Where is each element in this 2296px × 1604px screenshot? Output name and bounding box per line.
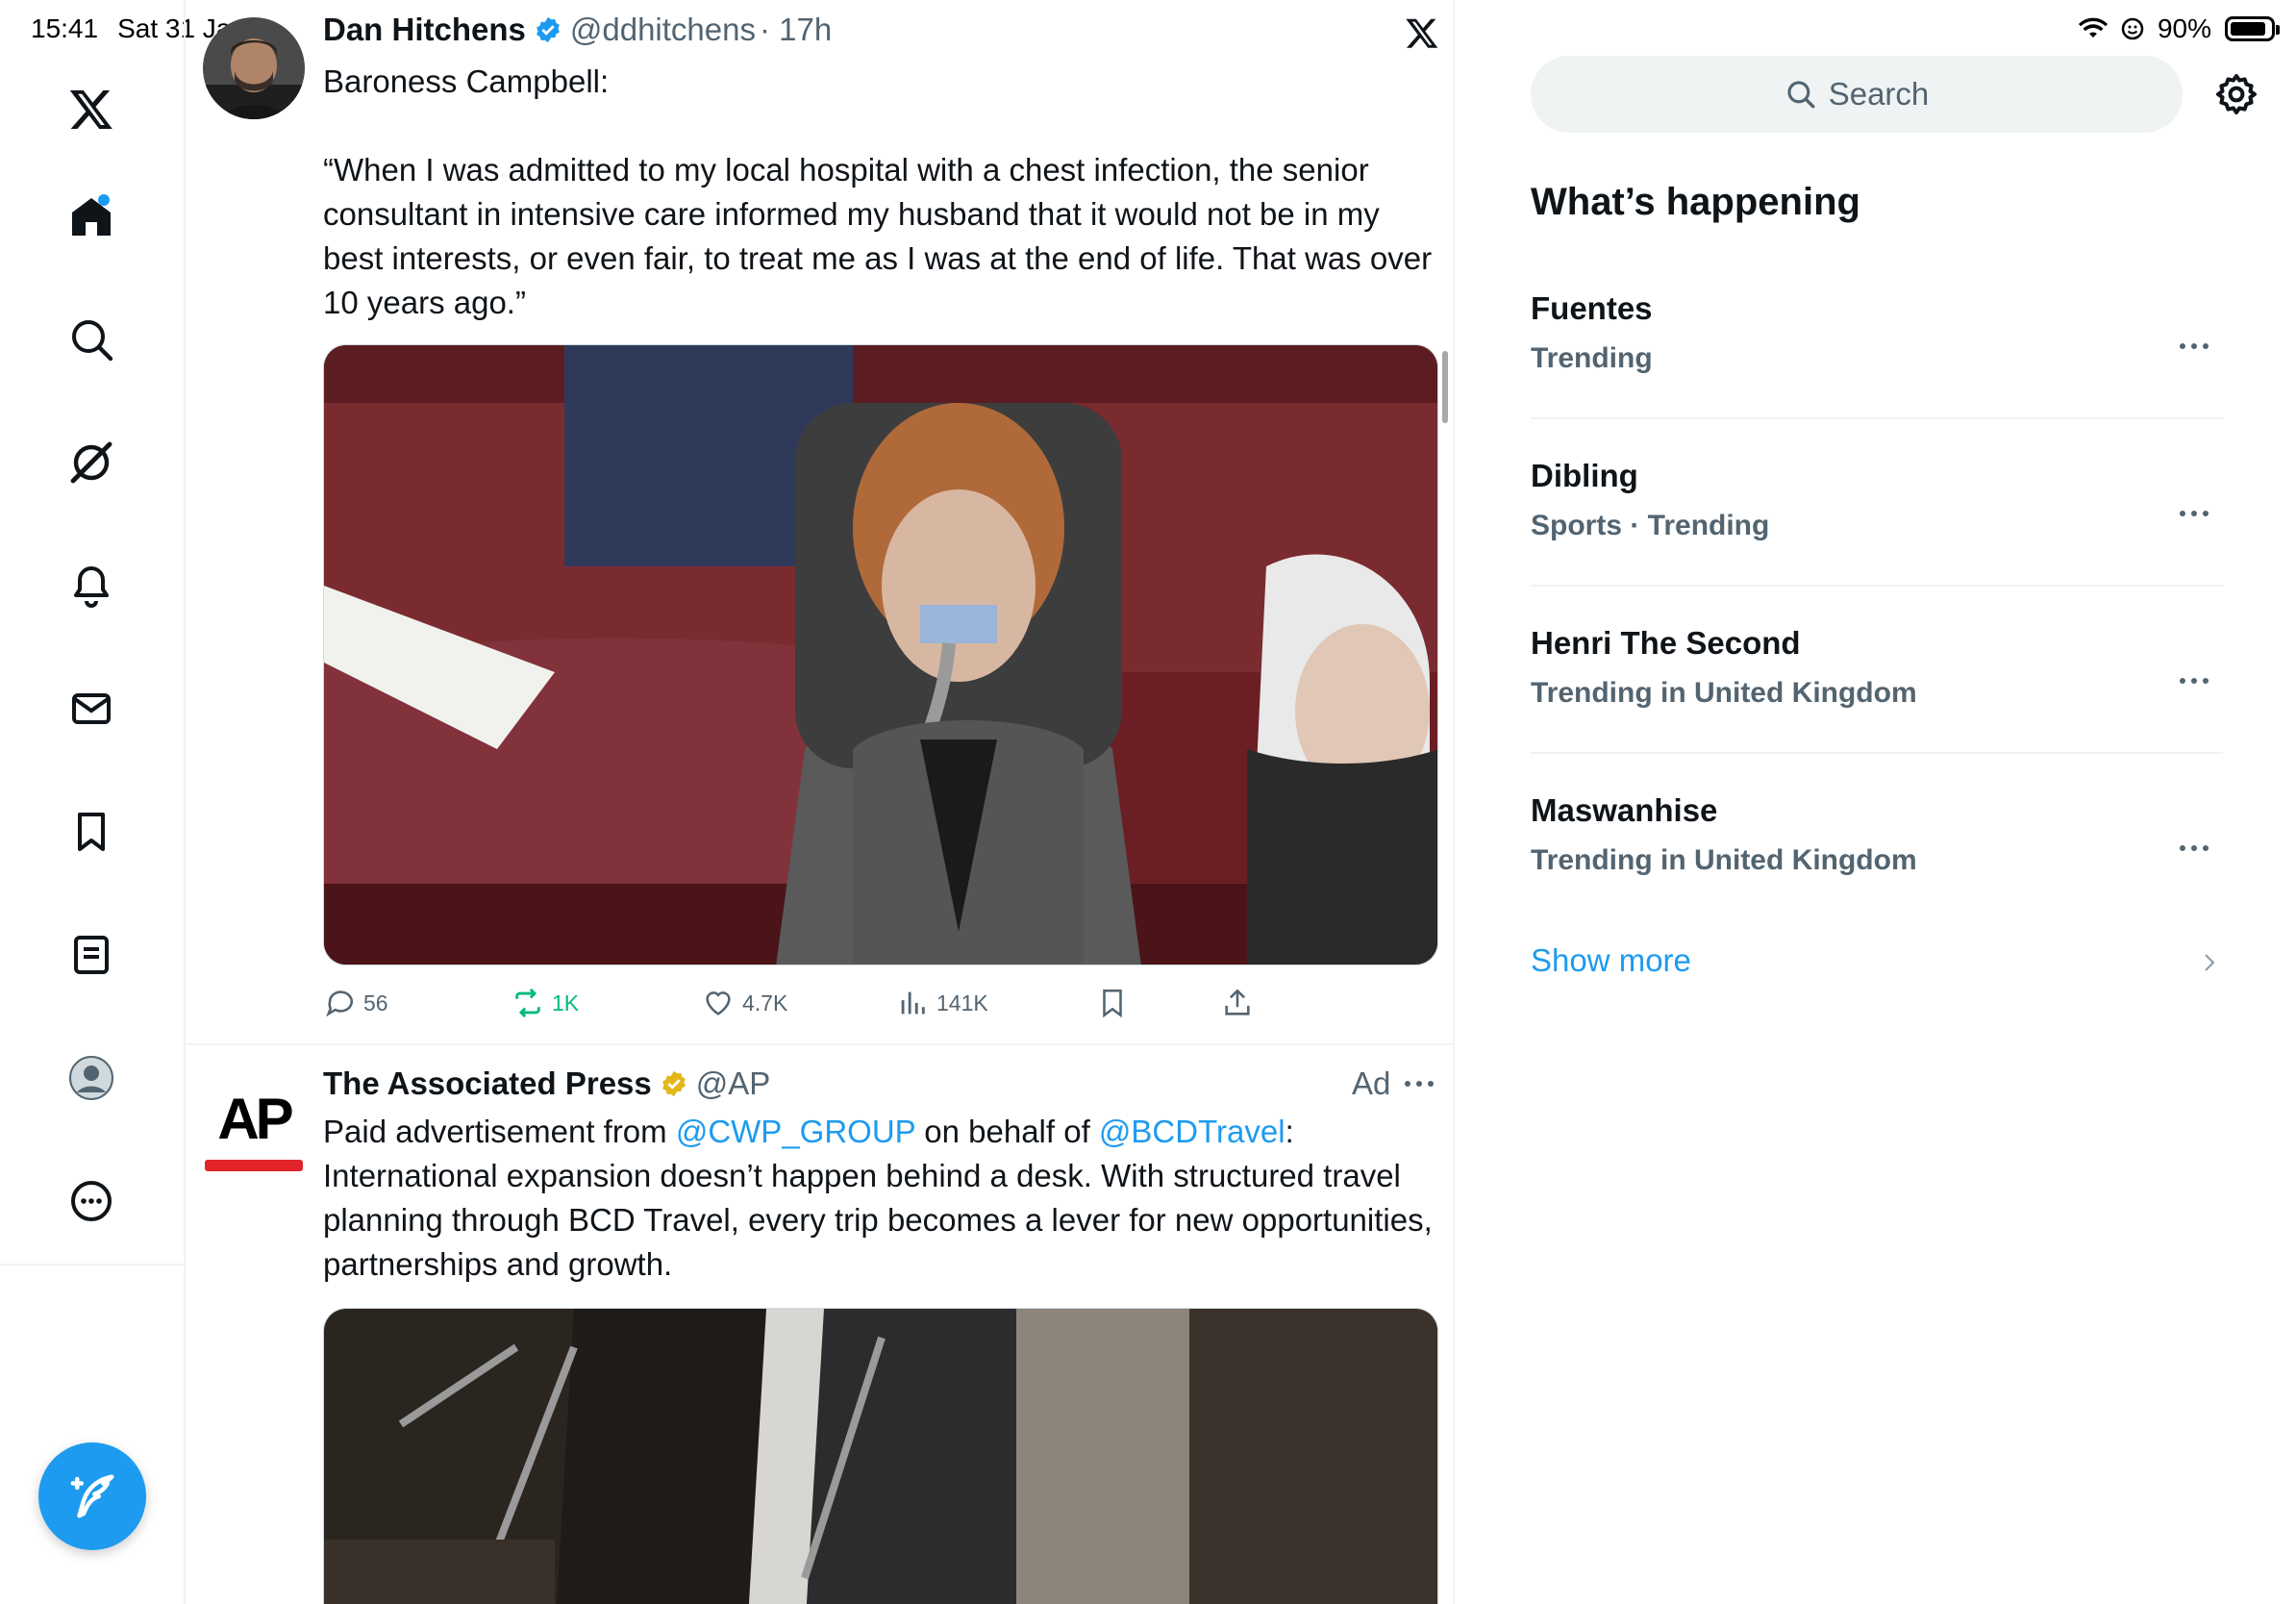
battery-icon bbox=[2225, 16, 2280, 41]
tweet-quote: “When I was admitted to my local hospita… bbox=[323, 152, 1441, 320]
trend-meta: Trending in United Kingdom bbox=[1531, 844, 1917, 876]
views-count: 141K bbox=[936, 990, 988, 1015]
bookmarks-icon[interactable] bbox=[60, 800, 123, 864]
more-options-icon[interactable] bbox=[1404, 1079, 1435, 1089]
compose-button[interactable] bbox=[38, 1442, 146, 1550]
ad-prefix: Paid advertisement from bbox=[323, 1114, 676, 1149]
trend-name: Henri The Second bbox=[1531, 625, 1801, 661]
views-icon bbox=[901, 991, 925, 1015]
ad-text: Paid advertisement from @CWP_GROUP on be… bbox=[323, 1110, 1438, 1287]
mention-link[interactable]: @BCDTravel bbox=[1099, 1114, 1285, 1149]
repost-count: 1K bbox=[552, 990, 580, 1015]
tweet-time: · 17h bbox=[760, 12, 833, 47]
avatar[interactable] bbox=[203, 17, 305, 119]
trend-name: Fuentes bbox=[1531, 290, 1653, 326]
verified-badge-icon bbox=[537, 16, 560, 43]
ad-image[interactable] bbox=[323, 1308, 1438, 1604]
ap-logo[interactable]: AP bbox=[203, 1081, 305, 1177]
trend-more-icon[interactable] bbox=[2177, 671, 2211, 690]
share-icon bbox=[1225, 989, 1250, 1015]
battery-percent: 90% bbox=[2157, 13, 2211, 43]
trend-name: Dibling bbox=[1531, 458, 1638, 493]
messages-icon[interactable] bbox=[60, 677, 123, 740]
x-brand-icon bbox=[1406, 18, 1438, 48]
orientation-lock-icon bbox=[2121, 17, 2144, 40]
heart-icon bbox=[706, 991, 731, 1015]
repost-button[interactable]: 1K bbox=[512, 987, 579, 1019]
gold-verified-badge-icon bbox=[661, 1070, 686, 1097]
timeline: Dan Hitchens @ddhitchens · 17h Baroness … bbox=[186, 0, 1455, 1604]
tweet-intro: Baroness Campbell: bbox=[323, 63, 610, 99]
nav-divider bbox=[0, 1264, 186, 1266]
svg-text:AP: AP bbox=[217, 1087, 291, 1151]
bookmark-icon bbox=[1103, 989, 1122, 1018]
repost-icon bbox=[515, 988, 540, 1018]
trend-divider bbox=[1531, 417, 2223, 419]
trend-name: Maswanhise bbox=[1531, 792, 1718, 828]
search-icon bbox=[1787, 81, 1815, 109]
bookmark-button[interactable] bbox=[1096, 987, 1129, 1019]
show-more-link[interactable]: Show more bbox=[1531, 942, 1691, 979]
status-bar-right: 90% bbox=[2078, 13, 2280, 44]
trend-meta: Sports · Trending bbox=[1531, 510, 1770, 541]
trend-item[interactable]: Maswanhise Trending in United Kingdom bbox=[1531, 792, 2223, 960]
home-notification-dot bbox=[98, 194, 110, 206]
trend-more-icon[interactable] bbox=[2177, 504, 2211, 523]
reply-button[interactable]: 56 bbox=[323, 987, 388, 1019]
mention-link[interactable]: @CWP_GROUP bbox=[676, 1114, 915, 1149]
left-navigation bbox=[0, 0, 186, 1604]
tweet-header: The Associated Press @AP bbox=[323, 1065, 770, 1102]
search-input[interactable]: Search bbox=[1531, 56, 2183, 133]
trend-divider bbox=[1531, 752, 2223, 754]
wifi-icon bbox=[2078, 17, 2108, 38]
trend-divider bbox=[1531, 585, 2223, 587]
notifications-icon[interactable] bbox=[60, 554, 123, 617]
author-handle[interactable]: @ddhitchens bbox=[570, 12, 756, 48]
scrollbar[interactable] bbox=[1442, 351, 1448, 423]
profile-icon[interactable] bbox=[60, 1046, 123, 1110]
author-handle[interactable]: @AP bbox=[696, 1065, 771, 1102]
compose-icon bbox=[70, 1474, 114, 1518]
more-icon[interactable] bbox=[60, 1169, 123, 1233]
tweet-actions: 56 1K 4.7K 141K bbox=[323, 987, 1285, 1025]
whats-happening-title: What’s happening bbox=[1531, 181, 1860, 223]
views-button[interactable]: 141K bbox=[896, 987, 988, 1019]
trend-item[interactable]: Fuentes Trending bbox=[1531, 290, 2223, 458]
author-name[interactable]: The Associated Press bbox=[323, 1065, 652, 1102]
trend-meta: Trending bbox=[1531, 342, 1653, 374]
ad-label-group: Ad bbox=[1352, 1065, 1435, 1102]
tweet-divider bbox=[186, 1043, 1453, 1045]
lists-icon[interactable] bbox=[60, 923, 123, 987]
share-button[interactable] bbox=[1221, 987, 1254, 1019]
trend-meta: Trending in United Kingdom bbox=[1531, 677, 1917, 709]
tweet-image[interactable] bbox=[323, 344, 1438, 965]
tweet-header: Dan Hitchens @ddhitchens · 17h bbox=[323, 12, 832, 48]
trend-more-icon[interactable] bbox=[2177, 337, 2211, 356]
grok-icon[interactable] bbox=[60, 431, 123, 494]
search-placeholder: Search bbox=[1828, 76, 1930, 112]
tweet-text: Baroness Campbell: “When I was admitted … bbox=[323, 60, 1438, 325]
reply-icon bbox=[326, 990, 354, 1017]
like-button[interactable]: 4.7K bbox=[702, 987, 787, 1019]
chevron-right-icon[interactable] bbox=[2198, 948, 2221, 977]
settings-gear-icon[interactable] bbox=[2213, 71, 2259, 117]
ad-label: Ad bbox=[1352, 1065, 1391, 1101]
explore-icon[interactable] bbox=[60, 308, 123, 371]
reply-count: 56 bbox=[363, 990, 388, 1015]
trend-more-icon[interactable] bbox=[2177, 839, 2211, 858]
like-count: 4.7K bbox=[742, 990, 788, 1015]
trend-item[interactable]: Dibling Sports · Trending bbox=[1531, 458, 2223, 625]
x-logo-icon[interactable] bbox=[60, 77, 123, 140]
trend-item[interactable]: Henri The Second Trending in United King… bbox=[1531, 625, 2223, 792]
author-name[interactable]: Dan Hitchens bbox=[323, 12, 526, 48]
home-icon[interactable] bbox=[60, 185, 123, 248]
ad-middle: on behalf of bbox=[915, 1114, 1099, 1149]
